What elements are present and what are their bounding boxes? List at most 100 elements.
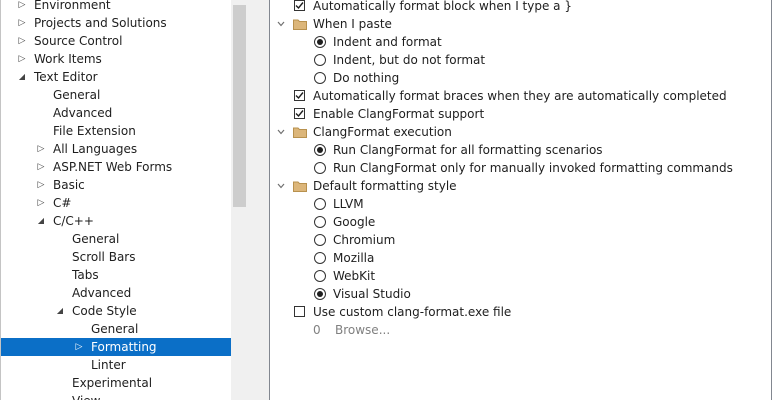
- radio-button[interactable]: [314, 288, 326, 300]
- triangle-right-icon[interactable]: ▷: [35, 158, 47, 176]
- chevron-down-icon[interactable]: [276, 127, 286, 137]
- setting-enable-clangformat[interactable]: Enable ClangFormat support: [270, 105, 770, 123]
- tree-item-asp-net-web-forms[interactable]: ▷ ASP.NET Web Forms: [1, 158, 231, 176]
- chevron-down-icon[interactable]: [276, 19, 286, 29]
- checkbox[interactable]: [294, 0, 305, 11]
- tree-item-file-extension[interactable]: File Extension: [1, 122, 231, 140]
- radio-label: Run ClangFormat for all formatting scena…: [333, 143, 603, 157]
- tree-item-label: General: [91, 322, 139, 336]
- tree-item-label: Source Control: [34, 34, 123, 48]
- radio-style-google[interactable]: Google: [270, 213, 770, 231]
- tree-item-projects-and-solutions[interactable]: ▷ Projects and Solutions: [1, 14, 231, 32]
- setting-auto-format-block[interactable]: Automatically format block when I type a…: [270, 0, 770, 15]
- radio-style-llvm[interactable]: LLVM: [270, 195, 770, 213]
- radio-do-nothing[interactable]: Do nothing: [270, 69, 770, 87]
- triangle-right-icon[interactable]: ▷: [16, 32, 28, 50]
- setting-custom-clang-file[interactable]: Use custom clang-format.exe file: [270, 303, 770, 321]
- tree-item-view[interactable]: View: [1, 392, 231, 400]
- tree-item-label: Environment: [34, 0, 111, 12]
- tree-item-tabs[interactable]: Tabs: [1, 266, 231, 284]
- radio-style-mozilla[interactable]: Mozilla: [270, 249, 770, 267]
- radio-button[interactable]: [314, 36, 326, 48]
- tree-item-basic[interactable]: ▷ Basic: [1, 176, 231, 194]
- radio-button[interactable]: [314, 198, 326, 210]
- group-default-formatting-style[interactable]: Default formatting style: [270, 177, 770, 195]
- tree-item-all-languages[interactable]: ▷ All Languages: [1, 140, 231, 158]
- tree-item-label: Tabs: [72, 268, 99, 282]
- tree-item-label: File Extension: [53, 124, 136, 138]
- radio-style-visual-studio[interactable]: Visual Studio: [270, 285, 770, 303]
- checkbox[interactable]: [294, 90, 305, 101]
- tree-item-label: Formatting: [91, 340, 157, 354]
- radio-button[interactable]: [314, 216, 326, 228]
- triangle-right-icon[interactable]: ▷: [35, 176, 47, 194]
- triangle-right-icon[interactable]: ▷: [35, 194, 47, 212]
- tree-item-label: Code Style: [72, 304, 137, 318]
- radio-style-chromium[interactable]: Chromium: [270, 231, 770, 249]
- browse-path-value: 0: [313, 323, 321, 337]
- radio-indent-and-format[interactable]: Indent and format: [270, 33, 770, 51]
- setting-label: Enable ClangFormat support: [313, 107, 485, 121]
- formatting-settings-panel: Automatically format block when I type a…: [269, 0, 772, 400]
- triangle-right-icon[interactable]: ▷: [16, 14, 28, 32]
- group-label: Default formatting style: [313, 179, 457, 193]
- group-label: When I paste: [313, 17, 392, 31]
- tree-item-work-items[interactable]: ▷ Work Items: [1, 50, 231, 68]
- tree-item-label: C/C++: [53, 214, 94, 228]
- radio-label: LLVM: [333, 197, 364, 211]
- tree-item-label: Projects and Solutions: [34, 16, 167, 30]
- tree-item-label: Work Items: [34, 52, 102, 66]
- tree-item-label: ASP.NET Web Forms: [53, 160, 173, 174]
- chevron-down-icon[interactable]: [276, 181, 286, 191]
- folder-icon: [293, 19, 307, 30]
- triangle-right-icon[interactable]: ▷: [35, 140, 47, 158]
- tree-item-source-control[interactable]: ▷ Source Control: [1, 32, 231, 50]
- group-clangformat-execution[interactable]: ClangFormat execution: [270, 123, 770, 141]
- radio-button[interactable]: [314, 252, 326, 264]
- scrollbar-thumb[interactable]: [233, 5, 246, 207]
- setting-label: Use custom clang-format.exe file: [313, 305, 512, 319]
- tree-item-label: C#: [53, 196, 72, 210]
- radio-button[interactable]: [314, 162, 326, 174]
- tree-item-code-style[interactable]: ◢ Code Style: [1, 302, 231, 320]
- tree-scrollbar[interactable]: [231, 0, 248, 400]
- tree-item-advanced[interactable]: Advanced: [1, 104, 231, 122]
- setting-auto-format-braces[interactable]: Automatically format braces when they ar…: [270, 87, 770, 105]
- setting-label: Automatically format braces when they ar…: [313, 89, 727, 103]
- triangle-down-right-icon[interactable]: ◢: [54, 302, 66, 320]
- radio-button[interactable]: [314, 144, 326, 156]
- tree-item-formatting[interactable]: ▷ Formatting: [1, 338, 231, 356]
- tree-item-scroll-bars[interactable]: Scroll Bars: [1, 248, 231, 266]
- tree-item-advanced[interactable]: Advanced: [1, 284, 231, 302]
- tree-item-c-c[interactable]: ◢ C/C++: [1, 212, 231, 230]
- tree-item-general[interactable]: General: [1, 230, 231, 248]
- checkbox[interactable]: [294, 306, 305, 317]
- radio-button[interactable]: [314, 54, 326, 66]
- radio-run-manual-only[interactable]: Run ClangFormat only for manually invoke…: [270, 159, 770, 177]
- checkbox[interactable]: [294, 108, 305, 119]
- tree-item-linter[interactable]: Linter: [1, 356, 231, 374]
- options-tree[interactable]: ▷ Environment ▷ Projects and Solutions ▷ Sour…: [1, 0, 231, 400]
- tree-item-experimental[interactable]: Experimental: [1, 374, 231, 392]
- tree-item-text-editor[interactable]: ◢ Text Editor: [1, 68, 231, 86]
- tree-item-general[interactable]: General: [1, 86, 231, 104]
- triangle-right-icon[interactable]: ▷: [73, 338, 85, 356]
- setting-label: Automatically format block when I type a…: [313, 0, 572, 13]
- radio-button[interactable]: [314, 270, 326, 282]
- radio-style-webkit[interactable]: WebKit: [270, 267, 770, 285]
- tree-item-c[interactable]: ▷ C#: [1, 194, 231, 212]
- radio-indent-no-format[interactable]: Indent, but do not format: [270, 51, 770, 69]
- tree-item-label: General: [53, 88, 101, 102]
- triangle-right-icon[interactable]: ▷: [16, 0, 28, 14]
- triangle-down-right-icon[interactable]: ◢: [35, 212, 47, 230]
- browse-button[interactable]: Browse...: [335, 321, 390, 339]
- radio-button[interactable]: [314, 72, 326, 84]
- triangle-right-icon[interactable]: ▷: [16, 50, 28, 68]
- radio-run-all-scenarios[interactable]: Run ClangFormat for all formatting scena…: [270, 141, 770, 159]
- group-when-i-paste[interactable]: When I paste: [270, 15, 770, 33]
- triangle-down-right-icon[interactable]: ◢: [16, 68, 28, 86]
- radio-label: Run ClangFormat only for manually invoke…: [333, 161, 733, 175]
- radio-button[interactable]: [314, 234, 326, 246]
- tree-item-environment[interactable]: ▷ Environment: [1, 0, 231, 14]
- tree-item-general[interactable]: General: [1, 320, 231, 338]
